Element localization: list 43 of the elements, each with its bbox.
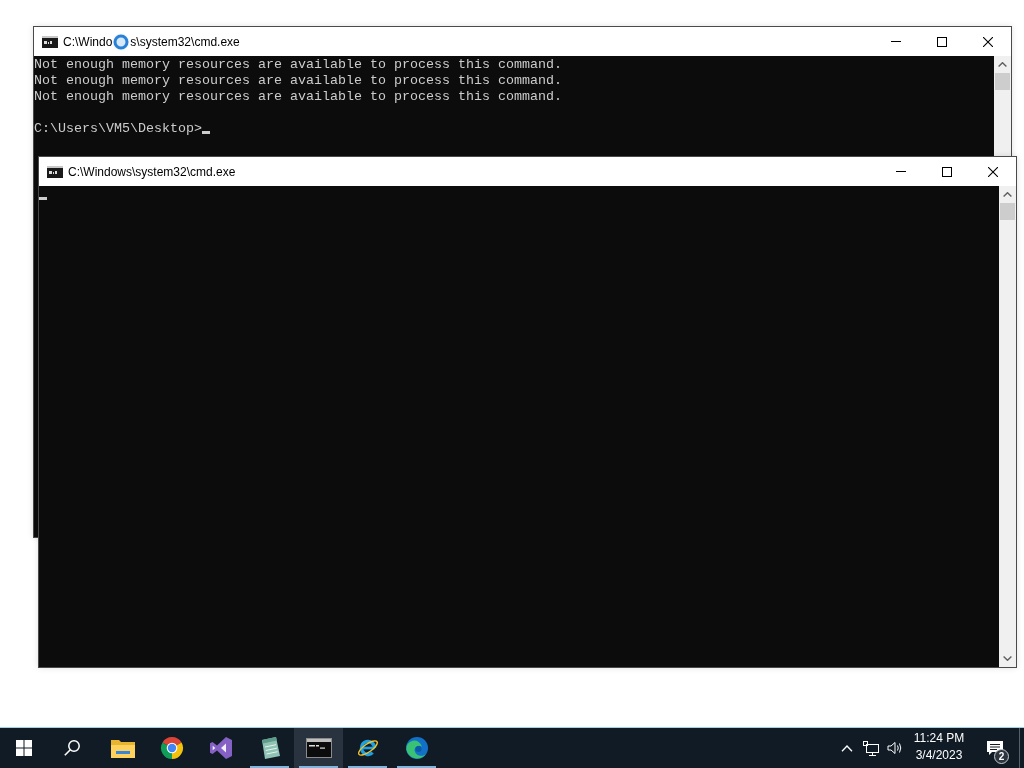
window-title: C:\Windows\system32\cmd.exe [68, 164, 236, 179]
terminal-icon [305, 738, 332, 758]
swirl-logo-icon [404, 736, 429, 760]
close-icon [983, 36, 993, 47]
scrollbar-thumb[interactable] [995, 73, 1010, 90]
start-icon [16, 740, 32, 756]
minimize-icon [896, 171, 906, 172]
console-line: Not enough memory resources are available to process this command. [34, 89, 563, 105]
scrollbar[interactable] [999, 186, 1016, 667]
running-indicator [299, 766, 338, 768]
ribbon-logo-icon [208, 736, 233, 760]
command-prompt: C:\Users\VM5\Desktop> [34, 121, 202, 136]
window-title: C:\Windo [63, 34, 113, 49]
console-line: Not enough memory resources are available to process this command. [34, 57, 563, 73]
terminal-icon [47, 165, 63, 178]
text-cursor-icon [39, 197, 47, 200]
window-title: s\system32\cmd.exe [130, 34, 240, 49]
running-indicator [250, 766, 289, 768]
maximize-icon [942, 166, 952, 177]
close-icon [988, 166, 998, 177]
chevron-up-icon [998, 62, 1007, 67]
scrollbar[interactable] [994, 56, 1011, 156]
notification-count: 2 [994, 749, 1009, 764]
terminal-icon [42, 35, 58, 48]
chevron-up-icon [841, 744, 853, 752]
network-icon [863, 740, 879, 756]
loading-ring-icon [112, 32, 131, 51]
chevron-down-icon [1003, 656, 1012, 661]
folder-icon [110, 738, 135, 758]
taskbar-app-button[interactable] [294, 728, 343, 768]
speaker-icon [887, 741, 903, 755]
running-indicator [348, 766, 387, 768]
console-line: Not enough memory resources are available to process this command. [34, 73, 563, 89]
ring-logo-icon [159, 736, 184, 760]
search-icon [64, 740, 80, 756]
text-cursor-icon [201, 131, 210, 134]
clock-date[interactable]: 3/4/2023 [915, 747, 963, 764]
chevron-up-icon [1003, 192, 1012, 197]
scrollbar-thumb[interactable] [1000, 203, 1015, 220]
clock-time[interactable]: 11:24 PM [913, 730, 965, 747]
maximize-icon [937, 36, 947, 47]
minimize-icon [891, 41, 901, 42]
running-indicator [397, 766, 436, 768]
